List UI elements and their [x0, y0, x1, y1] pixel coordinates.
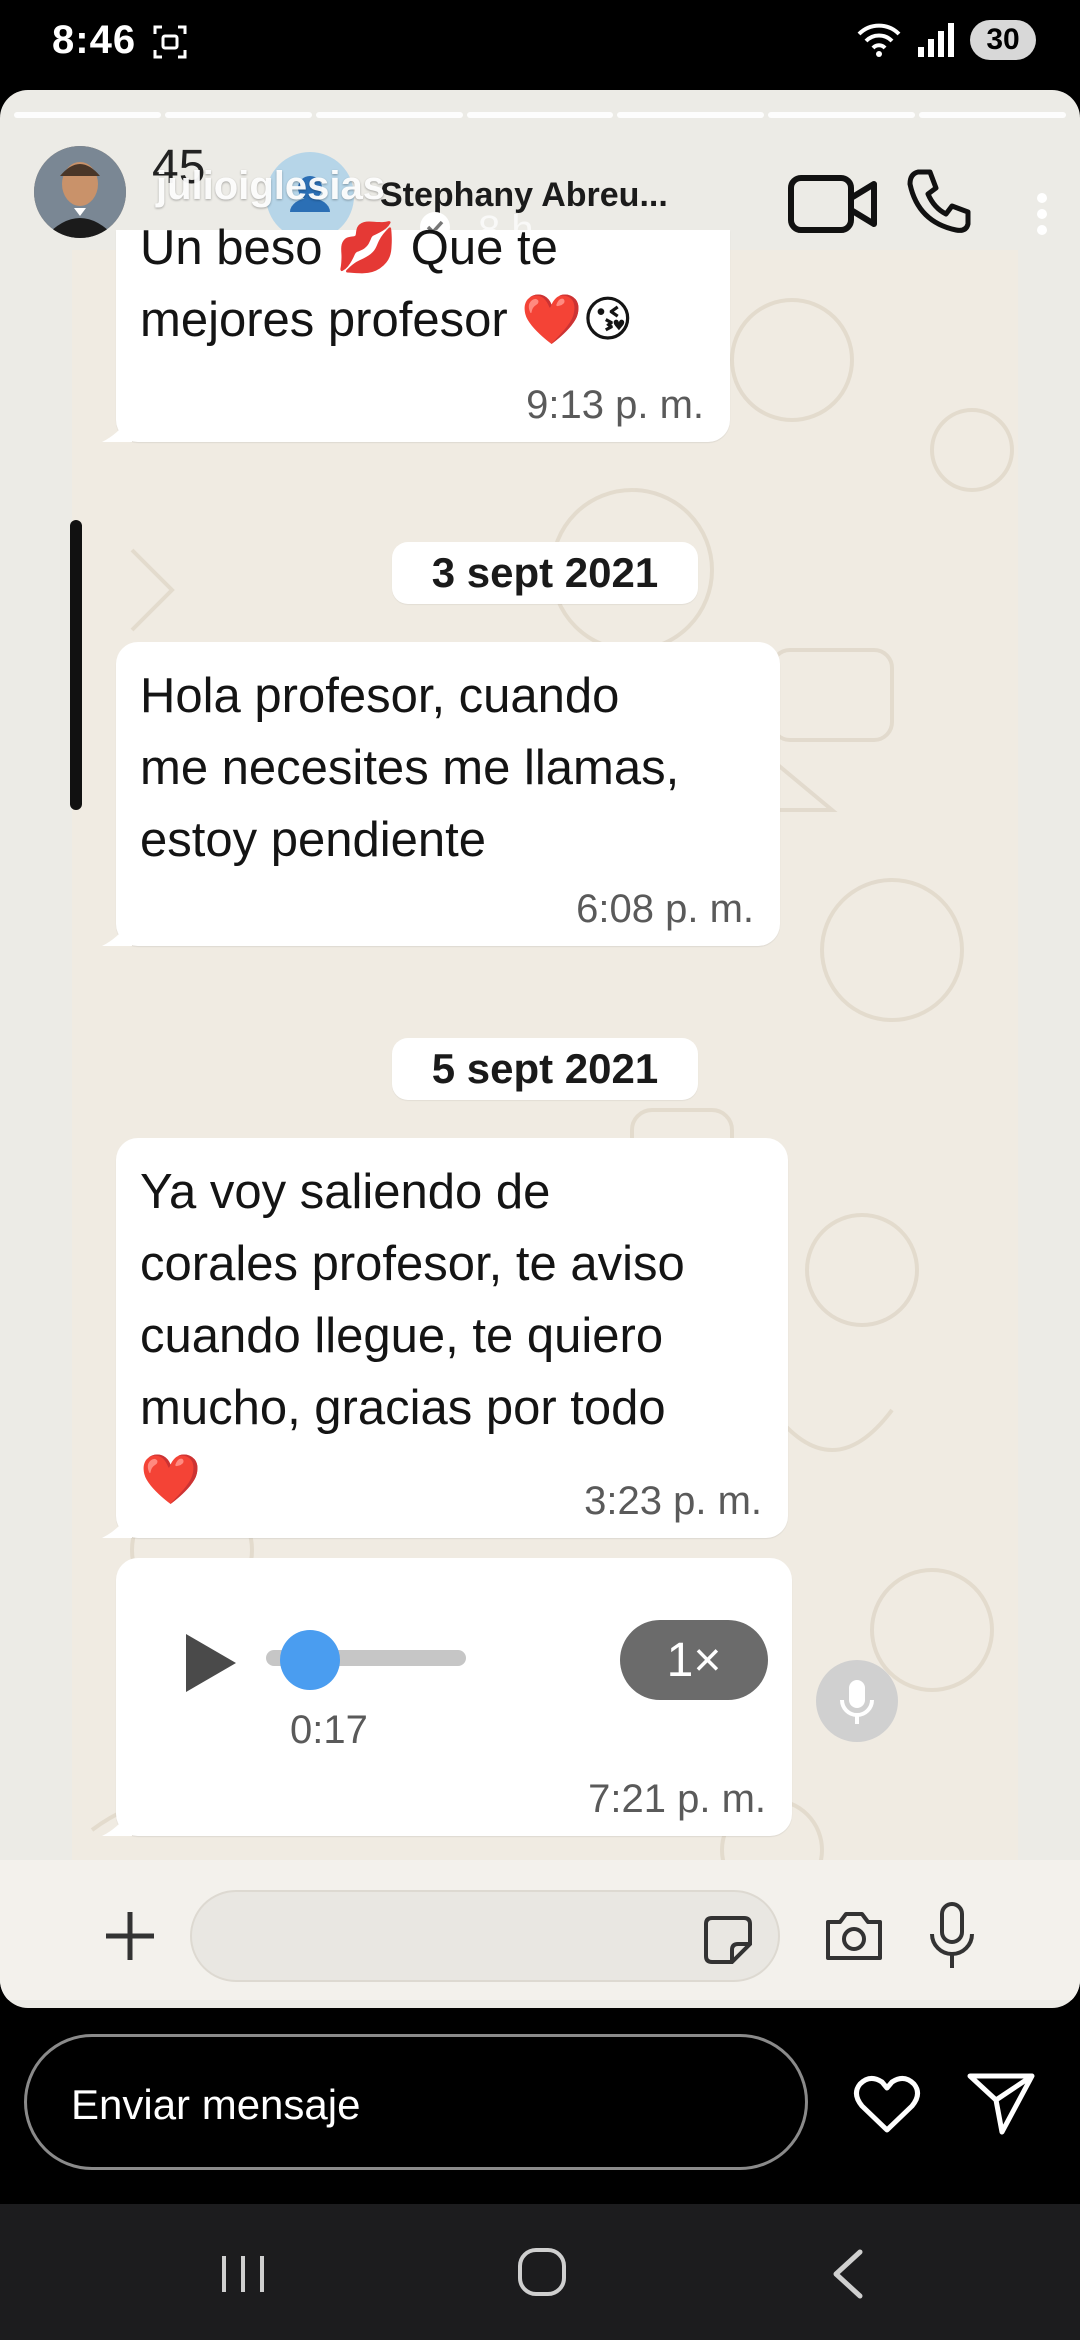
date-separator: 5 sept 2021 — [392, 1038, 698, 1100]
story-username[interactable]: julioiglesias — [156, 164, 385, 209]
story-view[interactable]: 45 Stephany Abreu... julioiglesias Un be… — [0, 90, 1080, 2008]
screenshot-icon — [153, 25, 187, 59]
camera-icon — [826, 1912, 882, 1960]
message-time: 9:13 p. m. — [526, 383, 704, 427]
message-text: Hola profesor, cuando me necesites me ll… — [140, 669, 680, 867]
story-progress-segment — [768, 112, 916, 118]
transcribe-mic-button — [816, 1660, 898, 1742]
more-options-icon[interactable] — [1034, 190, 1050, 238]
playback-speed-button[interactable]: 1× — [620, 1620, 768, 1700]
edge-strip — [70, 520, 82, 810]
audio-duration: 0:17 — [290, 1708, 368, 1752]
message-time: 3:23 p. m. — [584, 1479, 762, 1523]
heart-icon[interactable] — [852, 2072, 922, 2136]
audio-message-bubble: 1× 0:17 7:21 p. m. — [102, 1558, 792, 1836]
sticker-icon — [704, 1916, 752, 1964]
battery-indicator: 30 — [970, 20, 1036, 60]
audio-progress-handle[interactable] — [280, 1630, 340, 1690]
story-progress-segment — [919, 112, 1067, 118]
story-progress-segment — [164, 112, 312, 118]
send-icon[interactable] — [966, 2070, 1036, 2136]
message-text: Ya voy saliendo de corales profesor, te … — [140, 1165, 685, 1507]
whatsapp-input-row — [0, 1860, 1080, 2000]
send-message-placeholder: Enviar mensaje — [71, 2081, 361, 2128]
send-message-input[interactable]: Enviar mensaje — [24, 2034, 808, 2170]
back-icon[interactable] — [828, 2248, 868, 2300]
recents-icon[interactable] — [218, 2254, 268, 2294]
bubble-tail — [102, 1806, 132, 1836]
date-separator: 3 sept 2021 — [392, 542, 698, 604]
bubble-tail — [102, 916, 132, 946]
story-progress-segment — [466, 112, 614, 118]
status-icons: 30 — [856, 20, 1036, 60]
wifi-icon — [857, 23, 901, 57]
message-bubble: Un beso 💋 Que te mejores profesor ❤️😘 9:… — [102, 221, 730, 442]
message-bubble: Ya voy saliendo de corales profesor, te … — [102, 1138, 788, 1538]
story-user-avatar[interactable] — [34, 146, 126, 238]
signal-icon — [918, 23, 954, 57]
message-time: 6:08 p. m. — [576, 887, 754, 931]
story-reply-bar: Enviar mensaje — [0, 2008, 1080, 2204]
bubble-tail — [102, 412, 132, 442]
status-bar: 8:46 30 — [0, 0, 1080, 88]
message-text: Un beso 💋 Que te mejores profesor ❤️😘 — [140, 221, 634, 347]
story-progress — [14, 112, 1067, 118]
story-progress-segment — [617, 112, 765, 118]
bubble-tail — [102, 1508, 132, 1538]
story-progress-segment — [315, 112, 463, 118]
message-time: 7:21 p. m. — [588, 1777, 766, 1821]
home-icon[interactable] — [516, 2246, 568, 2298]
navigation-bar — [0, 2204, 1080, 2340]
message-bubble: Hola profesor, cuando me necesites me ll… — [102, 642, 780, 946]
story-progress-segment — [14, 112, 161, 118]
plus-icon — [106, 1912, 154, 1960]
microphone-icon — [930, 1902, 974, 1968]
whatsapp-message-field — [190, 1890, 780, 1982]
status-time: 8:46 — [52, 18, 137, 62]
play-icon[interactable] — [178, 1630, 240, 1696]
